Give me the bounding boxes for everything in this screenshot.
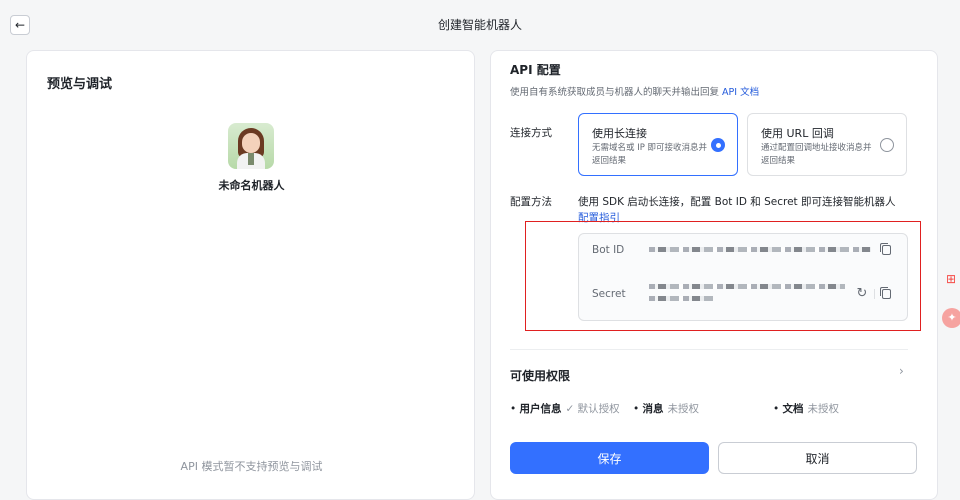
method-label: 配置方法 xyxy=(510,196,552,208)
assistant-icon[interactable]: ✦ xyxy=(942,308,960,328)
top-bar: ← 创建智能机器人 xyxy=(0,0,960,48)
preview-title: 预览与调试 xyxy=(47,77,113,92)
permission-user-info: • 用户信息 ✓ 默认授权 xyxy=(510,403,620,415)
permissions-title: 可使用权限 xyxy=(510,369,571,383)
method-text: 使用 SDK 启动长连接，配置 Bot ID 和 Secret 即可连接智能机器… xyxy=(578,196,896,208)
section-divider xyxy=(510,349,908,350)
option-long-connection[interactable]: 使用长连接 无需域名或 IP 即可接收消息并返回结果 xyxy=(578,113,738,176)
preview-panel: 预览与调试 未命名机器人 API 模式暂不支持预览与调试 xyxy=(26,50,475,500)
cancel-button[interactable]: 取消 xyxy=(718,442,917,474)
api-doc-link[interactable]: API 文档 xyxy=(722,87,759,98)
save-button[interactable]: 保存 xyxy=(510,442,709,474)
permission-docs: • 文档 未授权 xyxy=(773,403,840,415)
connection-label: 连接方式 xyxy=(510,127,552,139)
radio-selected[interactable] xyxy=(711,138,725,152)
api-config-title: API 配置 xyxy=(510,63,561,77)
option-title: 使用 URL 回调 xyxy=(761,127,834,140)
page-title: 创建智能机器人 xyxy=(437,18,522,32)
bot-avatar xyxy=(228,123,274,169)
chevron-right-icon[interactable]: › xyxy=(899,364,904,378)
preview-unsupported-note: API 模式暂不支持预览与调试 xyxy=(180,460,323,473)
api-desc-text: 使用自有系统获取成员与机器人的聊天并输出回复 xyxy=(510,87,723,98)
option-url-callback[interactable]: 使用 URL 回调 通过配置回调地址接收消息并返回结果 xyxy=(747,113,907,176)
highlight-frame xyxy=(525,221,921,331)
grid-icon[interactable]: ⊞ xyxy=(946,272,960,290)
option-desc: 通过配置回调地址接收消息并返回结果 xyxy=(761,143,872,166)
permission-messages: • 消息 未授权 xyxy=(633,403,700,415)
api-config-desc: 使用自有系统获取成员与机器人的聊天并输出回复 API 文档 xyxy=(510,84,759,98)
option-title: 使用长连接 xyxy=(592,127,647,140)
bot-name: 未命名机器人 xyxy=(218,179,285,192)
radio-unselected[interactable] xyxy=(880,138,894,152)
option-desc: 无需域名或 IP 即可接收消息并返回结果 xyxy=(592,143,708,166)
